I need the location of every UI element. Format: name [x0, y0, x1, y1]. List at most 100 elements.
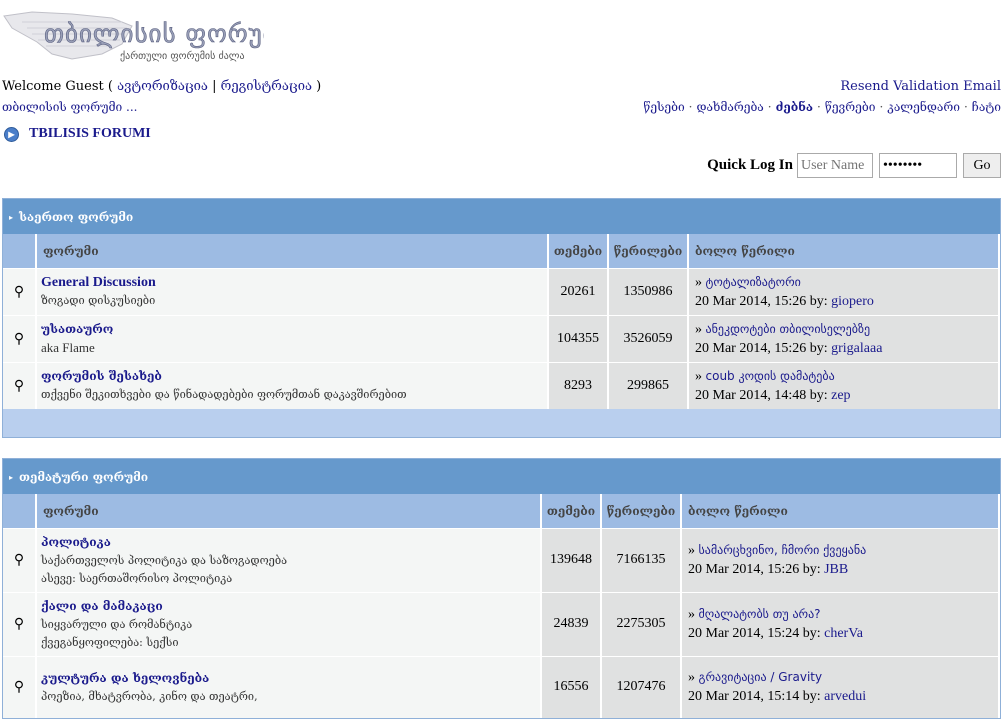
- section-header[interactable]: ▸ საერთო ფორუმი: [3, 199, 1000, 234]
- last-post-arrow: »: [695, 368, 702, 384]
- last-post-date: 20 Mar 2014, 15:24: [688, 626, 800, 641]
- col-posts: წერილები: [601, 494, 682, 528]
- breadcrumb[interactable]: თბილისის ფორუმი ...: [2, 100, 137, 114]
- nav-members[interactable]: წევრები: [825, 100, 876, 114]
- section-footer: [3, 409, 1000, 437]
- by-label: by:: [809, 387, 828, 403]
- last-post-user[interactable]: grigalaaa: [831, 341, 882, 356]
- last-post-date: 20 Mar 2014, 15:14: [688, 689, 800, 705]
- posts-count: 1350986: [608, 267, 689, 315]
- col-topics: თემები: [548, 234, 609, 268]
- forum-row: ⚲ ქალი და მამაკაცი სიყვარული და რომანტიკა…: [3, 591, 1000, 656]
- by-label: by:: [809, 293, 828, 309]
- last-post-date: 20 Mar 2014, 15:26: [695, 340, 807, 356]
- forum-link[interactable]: კულტურა და ხელოვნება: [41, 671, 209, 685]
- username-input[interactable]: [797, 153, 873, 178]
- last-post-link[interactable]: გრავიტაცია / Gravity: [699, 670, 823, 684]
- forum-description: საქართველოს პოლიტიკა და საზოგადოება: [41, 553, 288, 567]
- forum-row: ⚲ კულტურა და ხელოვნება პოეზია, მხატვრობა,…: [3, 655, 1000, 718]
- register-link[interactable]: რეგისტრაცია: [221, 79, 312, 94]
- last-post-user[interactable]: giopero: [831, 294, 874, 309]
- last-post-link[interactable]: სამარცხვინო, ჩმორი ქვეყანა: [699, 543, 867, 557]
- last-post-link[interactable]: ანეკდოტები თბილისელებზე: [706, 322, 871, 336]
- last-post-link[interactable]: მღალატობს თუ არა?: [699, 607, 821, 621]
- forum-status-icon: ⚲: [3, 267, 37, 315]
- forum-description: ქვეგანყოფილება: სექსი: [41, 635, 179, 649]
- forum-link[interactable]: ქალი და მამაკაცი: [41, 599, 163, 613]
- last-post-user[interactable]: arvedui: [824, 689, 866, 704]
- section-title: საერთო ფორუმი: [19, 209, 134, 224]
- forum-row: ⚲ პოლიტიკა საქართველოს პოლიტიკა და საზოგა…: [3, 527, 1000, 592]
- forum-row: ⚲ უსათაურო aka Flame 104355 3526059 » ანე…: [3, 314, 1000, 362]
- last-post-date: 20 Mar 2014, 15:26: [688, 562, 800, 577]
- forum-table: ფორუმი თემები წერილები ბოლო წერილი ⚲ Gen…: [3, 234, 1000, 409]
- nav-chat[interactable]: ჩატი: [972, 100, 1001, 114]
- by-label: by:: [802, 562, 821, 577]
- bulb-icon: ⚲: [13, 679, 25, 696]
- bulb-icon: ⚲: [13, 377, 25, 394]
- topics-count: 8293: [548, 361, 609, 409]
- resend-validation-link[interactable]: Resend Validation Email: [840, 79, 1001, 94]
- bulb-icon: ⚲: [13, 283, 25, 300]
- separator: |: [207, 79, 221, 94]
- topics-count: 24839: [541, 591, 602, 656]
- last-post-arrow: »: [695, 321, 702, 337]
- forum-status-icon: ⚲: [3, 527, 37, 592]
- forum-row: ⚲ ფორუმის შესახებ თქვენი შეკითხვები და წი…: [3, 361, 1000, 409]
- forum-status-icon: ⚲: [3, 314, 37, 362]
- topics-count: 20261: [548, 267, 609, 315]
- password-input[interactable]: [879, 153, 957, 178]
- bulb-icon: ⚲: [13, 616, 25, 632]
- forum-title: ▶ TBILISIS FORUMI: [4, 126, 151, 142]
- section-thematic: ▸ თემატური ფორუმი ფორუმი თემები წერილები …: [2, 458, 1001, 719]
- nav-help[interactable]: დახმარება: [696, 100, 763, 114]
- login-link[interactable]: ავტორიზაცია: [117, 79, 208, 94]
- forum-description: ასევე: საერთაშორისო პოლიტიკა: [41, 571, 233, 585]
- col-forum: ფორუმი: [36, 494, 542, 528]
- forum-row: ⚲ General Discussion ზოგადი დისკუსიები 20…: [3, 267, 1000, 315]
- forum-status-icon: ⚲: [3, 591, 37, 656]
- col-topics: თემები: [541, 494, 602, 528]
- last-post-link[interactable]: coub კოდის დამატება: [706, 369, 835, 383]
- welcome-text: Welcome Guest ( ავტორიზაცია | რეგისტრაცი…: [2, 79, 321, 94]
- last-post-link[interactable]: ტოტალიზატორი: [706, 275, 801, 289]
- forum-link[interactable]: პოლიტიკა: [41, 535, 111, 549]
- nav-calendar[interactable]: კალენდარი: [887, 100, 960, 114]
- col-last-post: ბოლო წერილი: [681, 494, 1000, 528]
- forum-title-link[interactable]: TBILISIS FORUMI: [29, 126, 151, 142]
- by-label: by:: [802, 626, 821, 641]
- posts-count: 7166135: [601, 527, 682, 592]
- quick-login: Quick Log In Go: [707, 153, 1001, 178]
- icon-col-header: [3, 494, 37, 528]
- arrow-icon: ▸: [9, 471, 14, 482]
- topics-count: 16556: [541, 655, 602, 718]
- last-post-arrow: »: [695, 274, 702, 290]
- forum-link[interactable]: უსათაურო: [41, 322, 113, 336]
- last-post-date: 20 Mar 2014, 15:26: [695, 293, 807, 309]
- posts-count: 1207476: [601, 655, 682, 718]
- last-post-arrow: »: [688, 543, 695, 558]
- icon-col-header: [3, 234, 37, 268]
- welcome-suffix: ): [312, 79, 322, 94]
- forum-status-icon: ⚲: [3, 361, 37, 409]
- last-post-user[interactable]: cherVa: [824, 626, 863, 641]
- forum-link[interactable]: General Discussion: [41, 275, 156, 290]
- go-button[interactable]: Go: [963, 153, 1001, 178]
- col-forum: ფორუმი: [36, 234, 549, 268]
- site-logo[interactable]: თბილისის ფორუმი ქართული ფორუმის ძალა: [2, 4, 290, 70]
- col-posts: წერილები: [608, 234, 689, 268]
- posts-count: 3526059: [608, 314, 689, 362]
- nav-links: წესები · დახმარება · ძებნა · წევრები · კალენდარი…: [643, 100, 1001, 114]
- nav-search[interactable]: ძებნა: [776, 100, 813, 114]
- last-post-user[interactable]: JBB: [824, 562, 848, 577]
- posts-count: 2275305: [601, 591, 682, 656]
- col-last-post: ბოლო წერილი: [688, 234, 1000, 268]
- bullet-icon: ▶: [4, 126, 19, 142]
- section-title: თემატური ფორუმი: [19, 469, 149, 484]
- nav-rules[interactable]: წესები: [643, 100, 684, 114]
- last-post-user[interactable]: zep: [831, 388, 850, 403]
- posts-count: 299865: [608, 361, 689, 409]
- section-header[interactable]: ▸ თემატური ფორუმი: [3, 459, 1000, 494]
- forum-link[interactable]: ფორუმის შესახებ: [41, 369, 162, 383]
- section-general: ▸ საერთო ფორუმი ფორუმი თემები წერილები ბო…: [2, 198, 1001, 438]
